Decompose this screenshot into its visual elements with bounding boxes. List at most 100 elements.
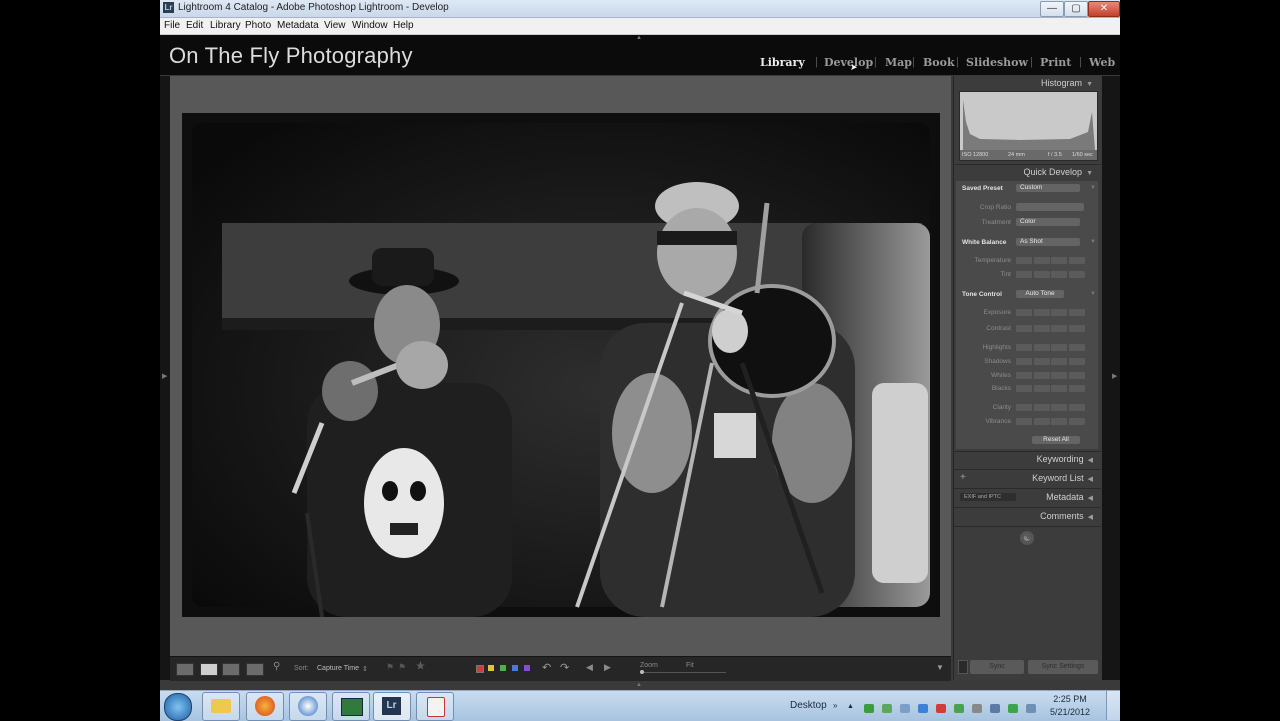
taskbar-firefox-button[interactable] [246, 692, 284, 721]
toolbar-menu-icon[interactable]: ▼ [936, 663, 944, 672]
color-label-yellow[interactable] [488, 665, 494, 671]
tray-update-icon[interactable] [954, 704, 964, 713]
module-print[interactable]: Print [1040, 56, 1071, 69]
menu-window[interactable]: Window [352, 20, 388, 31]
section-arrow-icon[interactable]: ▼ [1090, 291, 1096, 297]
next-photo-icon[interactable]: ▶ [604, 662, 611, 673]
previous-photo-icon[interactable]: ◀ [586, 662, 593, 673]
histogram-header[interactable]: Histogram ▼ [1041, 78, 1093, 88]
module-book[interactable]: Book [923, 56, 955, 69]
start-button[interactable] [164, 693, 192, 721]
minimize-button[interactable]: — [1040, 1, 1064, 17]
sort-direction-icon[interactable]: ⇕ [362, 665, 368, 673]
rotate-left-icon[interactable]: ↶ [542, 661, 551, 674]
vibrance-buttons[interactable] [1016, 418, 1086, 425]
menu-library[interactable]: Library [210, 20, 241, 31]
color-label-green[interactable] [500, 665, 506, 671]
quick-develop-header[interactable]: Quick Develop ▼ [1024, 167, 1093, 177]
module-map[interactable]: Map [885, 56, 912, 69]
menu-help[interactable]: Help [393, 20, 414, 31]
highlights-buttons[interactable] [1016, 344, 1086, 351]
module-library[interactable]: Library [760, 56, 805, 69]
desktop-toolbar-arrow-icon[interactable]: » [833, 701, 837, 710]
shadows-buttons[interactable] [1016, 358, 1086, 365]
taskbar-java-button[interactable] [416, 692, 454, 721]
painter-icon[interactable]: ⚲ [273, 661, 280, 672]
collapse-top-panel-icon[interactable]: ▲ [636, 35, 642, 41]
clock-date[interactable]: 5/21/2012 [1040, 707, 1100, 717]
rating-star[interactable]: ★ [416, 661, 425, 672]
collapse-right-panel-icon[interactable]: ▶ [1112, 372, 1117, 380]
crop-ratio-select[interactable] [1016, 203, 1084, 211]
menu-edit[interactable]: Edit [186, 20, 203, 31]
white-balance-select[interactable]: As Shot [1016, 238, 1080, 246]
photo-preview[interactable] [182, 113, 940, 617]
tint-buttons[interactable] [1016, 271, 1086, 278]
treatment-select[interactable]: Color [1016, 218, 1080, 226]
section-arrow-icon[interactable]: ▼ [1090, 239, 1096, 245]
loupe-view-icon[interactable] [200, 663, 218, 676]
tray-speaker-icon[interactable] [1026, 704, 1036, 713]
expand-filmstrip-icon[interactable]: ▲ [636, 682, 642, 688]
flag-reject-icon[interactable]: ⚑ [398, 662, 406, 673]
menu-metadata[interactable]: Metadata [277, 20, 319, 31]
show-desktop-button[interactable] [1106, 691, 1120, 720]
module-web[interactable]: Web [1089, 56, 1115, 69]
menu-view[interactable]: View [324, 20, 346, 31]
metadata-header[interactable]: Metadata ◀ [1046, 492, 1093, 502]
keywording-header[interactable]: Keywording ◀ [1037, 454, 1093, 464]
menu-photo[interactable]: Photo [245, 20, 271, 31]
sync-button[interactable]: Sync [970, 660, 1024, 674]
clarity-buttons[interactable] [1016, 404, 1086, 411]
whites-buttons[interactable] [1016, 372, 1086, 379]
tray-volume-icon[interactable] [900, 704, 910, 713]
maximize-button[interactable]: ▢ [1064, 1, 1088, 17]
reset-all-button[interactable]: Reset All [1032, 436, 1080, 444]
blacks-buttons[interactable] [1016, 385, 1086, 392]
tray-monitor-icon[interactable] [990, 704, 1000, 713]
color-label-blue[interactable] [512, 665, 518, 671]
keyword-list-header[interactable]: Keyword List ◀ [1032, 473, 1093, 483]
color-label-purple[interactable] [524, 665, 530, 671]
contrast-buttons[interactable] [1016, 325, 1086, 332]
metadata-preset-select[interactable]: EXIF and IPTC [960, 493, 1016, 501]
tray-skype-icon[interactable] [918, 704, 928, 713]
exposure-buttons[interactable] [1016, 309, 1086, 316]
histogram[interactable]: ISO 12800 24 mm f / 3.5 1/60 sec [959, 91, 1098, 161]
show-hidden-icons-icon[interactable]: ▲ [847, 703, 854, 710]
auto-tone-button[interactable]: Auto Tone [1016, 290, 1064, 298]
tray-network-icon[interactable] [864, 704, 874, 713]
close-button[interactable]: ✕ [1088, 1, 1120, 17]
add-keyword-icon[interactable]: + [960, 472, 966, 483]
clock-time[interactable]: 2:25 PM [1040, 694, 1100, 704]
desktop-toolbar-label[interactable]: Desktop [790, 700, 827, 711]
flag-pick-icon[interactable]: ⚑ [386, 662, 394, 673]
expand-left-panel-icon[interactable]: ▶ [162, 372, 167, 380]
survey-view-icon[interactable] [246, 663, 264, 676]
grid-view-icon[interactable] [176, 663, 194, 676]
zoom-slider[interactable] [640, 672, 726, 673]
comments-header[interactable]: Comments ◀ [1040, 511, 1093, 521]
compare-view-icon[interactable] [222, 663, 240, 676]
temperature-buttons[interactable] [1016, 257, 1086, 264]
menu-file[interactable]: File [164, 20, 180, 31]
taskbar-explorer-button[interactable] [202, 692, 240, 721]
rotate-right-icon[interactable]: ↷ [560, 661, 569, 674]
sort-select[interactable]: Capture Time [317, 665, 359, 672]
taskbar-lightroom-button[interactable]: Lr [373, 692, 411, 721]
tray-battery-icon[interactable] [1008, 704, 1018, 713]
module-develop[interactable]: Develop [824, 56, 873, 69]
module-slideshow[interactable]: Slideshow [966, 56, 1028, 69]
section-arrow-icon[interactable]: ▼ [1090, 185, 1096, 191]
zoom-slider-thumb[interactable] [640, 670, 644, 674]
color-label-red[interactable] [476, 665, 484, 673]
right-scroll-gutter[interactable]: ▶ [1102, 76, 1120, 680]
taskbar-app-button[interactable] [332, 692, 370, 721]
tray-app-icon[interactable] [882, 704, 892, 713]
taskbar-thunderbird-button[interactable] [289, 692, 327, 721]
saved-preset-select[interactable]: Custom [1016, 184, 1080, 192]
sync-toggle-switch[interactable] [958, 660, 968, 674]
tray-action-center-icon[interactable] [972, 704, 982, 713]
tray-security-icon[interactable] [936, 704, 946, 713]
sync-settings-button[interactable]: Sync Settings [1028, 660, 1098, 674]
